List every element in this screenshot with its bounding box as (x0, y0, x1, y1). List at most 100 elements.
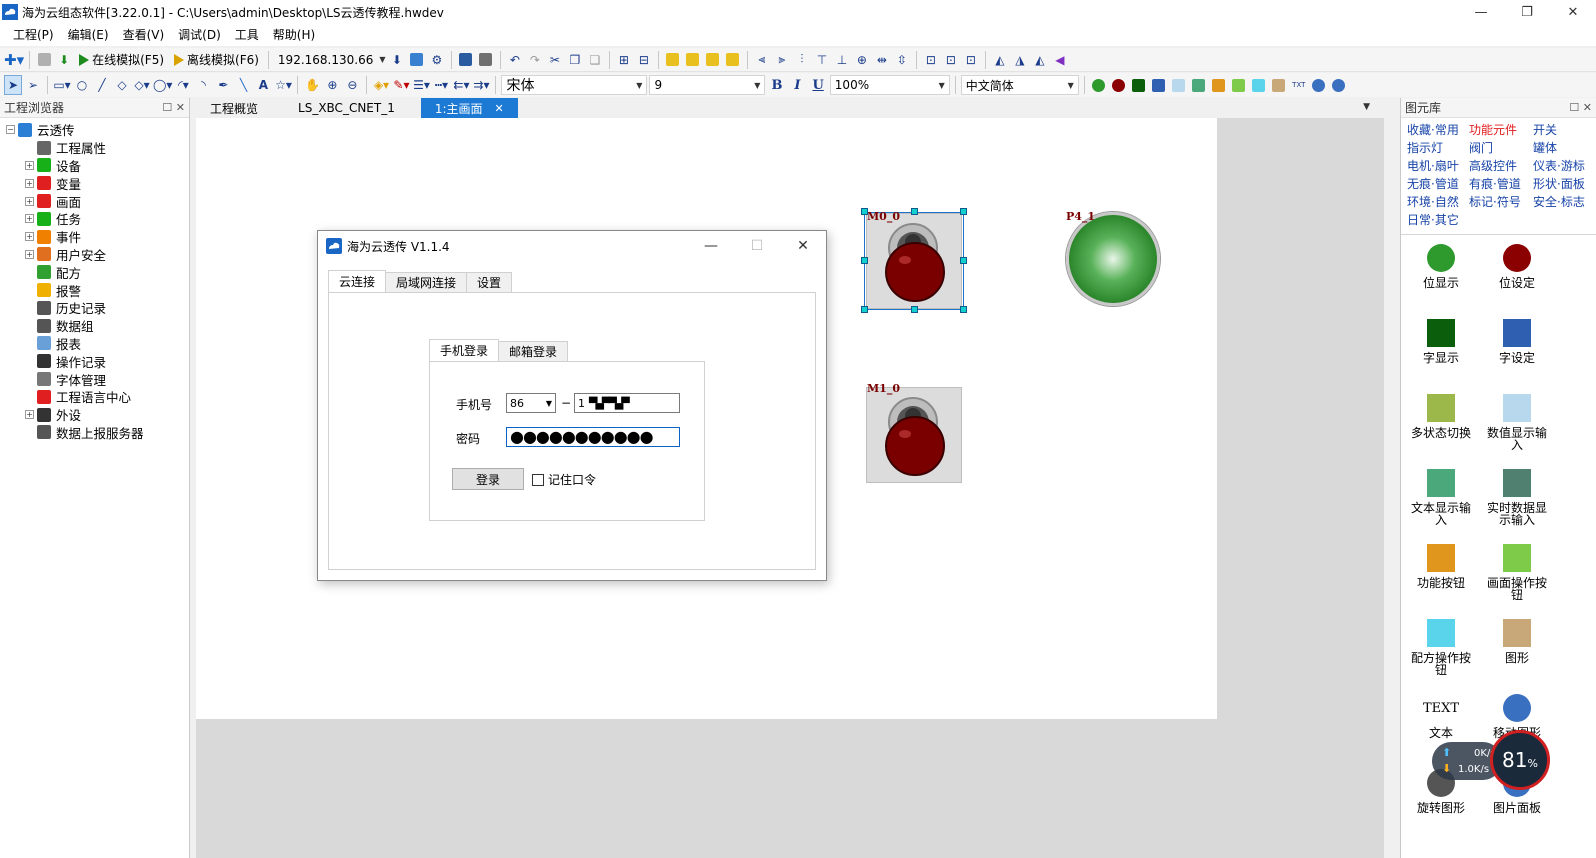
tree-expander-icon[interactable]: − (6, 125, 15, 135)
panel-pin-close-icon[interactable]: ☐ ✕ (1569, 101, 1592, 114)
menu-tools[interactable]: 工具 (228, 24, 266, 46)
library-category[interactable]: 标记·符号 (1469, 194, 1533, 210)
library-item[interactable]: 多状态切换 (1403, 393, 1479, 468)
remember-password-checkbox[interactable]: 记住口令 (532, 471, 596, 488)
menu-view[interactable]: 查看(V) (116, 24, 172, 46)
backward-icon[interactable] (724, 50, 742, 70)
save-icon[interactable] (35, 50, 53, 70)
align-top-icon[interactable]: ⊤ (813, 50, 831, 70)
language-select[interactable]: 中文简体 ▼ (960, 75, 1079, 95)
word-set-tool-icon[interactable] (1150, 75, 1168, 95)
tree-expander-icon[interactable]: + (25, 232, 34, 242)
distribute-h-icon[interactable]: ⇹ (873, 50, 891, 70)
screen-icon[interactable] (477, 50, 495, 70)
fill-color-icon[interactable]: ◈▾ (372, 75, 390, 95)
library-item[interactable]: 文本显示输入 (1403, 468, 1479, 543)
tab-main-screen[interactable]: 1:主画面 ✕ (420, 98, 518, 118)
tree-item[interactable]: + 画面 (0, 192, 189, 210)
monitor-icon[interactable] (457, 50, 475, 70)
line-icon[interactable]: ╱ (93, 75, 111, 95)
redo-icon[interactable]: ↷ (526, 50, 544, 70)
numeric-tool-icon[interactable] (1170, 75, 1188, 95)
arrow-end-icon[interactable]: ⇉▾ (472, 75, 490, 95)
align-left-icon[interactable]: ⫷ (753, 50, 771, 70)
library-item[interactable]: 字显示 (1403, 318, 1479, 393)
tree-expander-icon[interactable]: + (25, 249, 34, 259)
library-category[interactable]: 无痕·管道 (1407, 176, 1469, 192)
library-item[interactable]: 图形 (1479, 618, 1555, 693)
panel-pin-close-icon[interactable]: ☐ ✕ (162, 101, 185, 114)
library-item[interactable]: 画面操作按钮 (1479, 543, 1555, 618)
underline-button[interactable]: U (808, 75, 827, 95)
resize-handle[interactable] (960, 208, 967, 215)
resize-handle[interactable] (861, 257, 868, 264)
rotate-right-icon[interactable]: ◀ (1051, 50, 1069, 70)
add-icon[interactable]: ✚▾ (4, 50, 24, 70)
screen-tool-icon[interactable] (1230, 75, 1248, 95)
align-right-icon[interactable]: ⫸ (773, 50, 791, 70)
login-button[interactable]: 登录 (452, 468, 524, 490)
tree-item[interactable]: 配方 (0, 263, 189, 281)
diamond-icon[interactable]: ◇▾ (133, 75, 151, 95)
menu-debug[interactable]: 调试(D) (171, 24, 228, 46)
group-icon[interactable]: ⊞ (615, 50, 633, 70)
library-item[interactable]: 数值显示输入 (1479, 393, 1555, 468)
close-button[interactable]: ✕ (1550, 0, 1596, 24)
word-display-tool-icon[interactable] (1130, 75, 1148, 95)
resize-handle[interactable] (960, 306, 967, 313)
tab-project-overview[interactable]: 工程概览 (196, 98, 272, 118)
paste-icon[interactable]: ❏ (586, 50, 604, 70)
undo-icon[interactable]: ↶ (506, 50, 524, 70)
resize-handle[interactable] (861, 208, 868, 215)
forward-icon[interactable] (704, 50, 722, 70)
curve-icon[interactable]: ◝ (194, 75, 212, 95)
line-width-icon[interactable]: ☰▾ (412, 75, 430, 95)
tree-item[interactable]: + 设备 (0, 157, 189, 175)
tree-item[interactable]: 数据上报服务器 (0, 424, 189, 442)
tree-expander-icon[interactable]: + (25, 178, 34, 188)
library-category[interactable]: 日常·其它 (1407, 212, 1469, 228)
tree-item[interactable]: 历史记录 (0, 299, 189, 317)
library-item[interactable]: 配方操作按钮 (1403, 618, 1479, 693)
tree-expander-icon[interactable]: + (25, 214, 34, 224)
phone-input[interactable]: 1 ▀▄▀▀▄▀ (574, 393, 680, 413)
library-item[interactable]: 实时数据显示输入 (1479, 468, 1555, 543)
password-input[interactable]: ●●●●●●●●●●● (506, 427, 680, 447)
library-item[interactable]: 功能按钮 (1403, 543, 1479, 618)
country-code-select[interactable]: 86 ▼ (506, 393, 556, 413)
library-category[interactable]: 功能元件 (1469, 122, 1533, 138)
tree-expander-icon[interactable]: + (25, 196, 34, 206)
arc-icon[interactable]: ◜▾ (174, 75, 192, 95)
network-icon[interactable] (408, 50, 426, 70)
library-category[interactable]: 电机·扇叶 (1407, 158, 1469, 174)
font-size-select[interactable]: 9 ▼ (649, 75, 766, 95)
same-size-icon[interactable]: ⊡ (962, 50, 980, 70)
library-item[interactable]: 位设定 (1479, 243, 1555, 318)
recipe-tool-icon[interactable] (1250, 75, 1268, 95)
tree-item[interactable]: 工程语言中心 (0, 388, 189, 406)
rotate-tool-icon[interactable] (1330, 75, 1348, 95)
indicator-lamp-p4[interactable] (1066, 212, 1160, 306)
resize-handle[interactable] (960, 257, 967, 264)
library-category[interactable]: 高级控件 (1469, 158, 1533, 174)
library-item[interactable]: 位显示 (1403, 243, 1479, 318)
text-input-tool-icon[interactable] (1190, 75, 1208, 95)
star-icon[interactable]: ☆▾ (274, 75, 292, 95)
tab-lan-connect[interactable]: 局域网连接 (385, 272, 468, 292)
text-tool-icon[interactable]: A (254, 75, 272, 95)
select-pointer-icon[interactable]: ➤ (4, 75, 22, 95)
library-category[interactable]: 指示灯 (1407, 140, 1469, 156)
textbox-tool-icon[interactable]: TXT (1290, 75, 1308, 95)
tree-item[interactable]: 报警 (0, 281, 189, 299)
tree-expander-icon[interactable]: + (25, 410, 34, 420)
tab-email-login[interactable]: 邮箱登录 (498, 341, 569, 361)
ip-combo[interactable]: 192.168.130.66 ▼ (273, 49, 386, 70)
library-category[interactable]: 收藏·常用 (1407, 122, 1469, 138)
align-middle-icon[interactable]: ⊕ (853, 50, 871, 70)
line-style-icon[interactable]: ┅▾ (432, 75, 450, 95)
dialog-close-button[interactable]: ✕ (780, 231, 826, 261)
tree-item[interactable]: + 用户安全 (0, 246, 189, 264)
brush-icon[interactable]: ╲ (234, 75, 252, 95)
italic-button[interactable]: I (788, 75, 806, 95)
rotate-left-icon[interactable]: ◭ (1031, 50, 1049, 70)
